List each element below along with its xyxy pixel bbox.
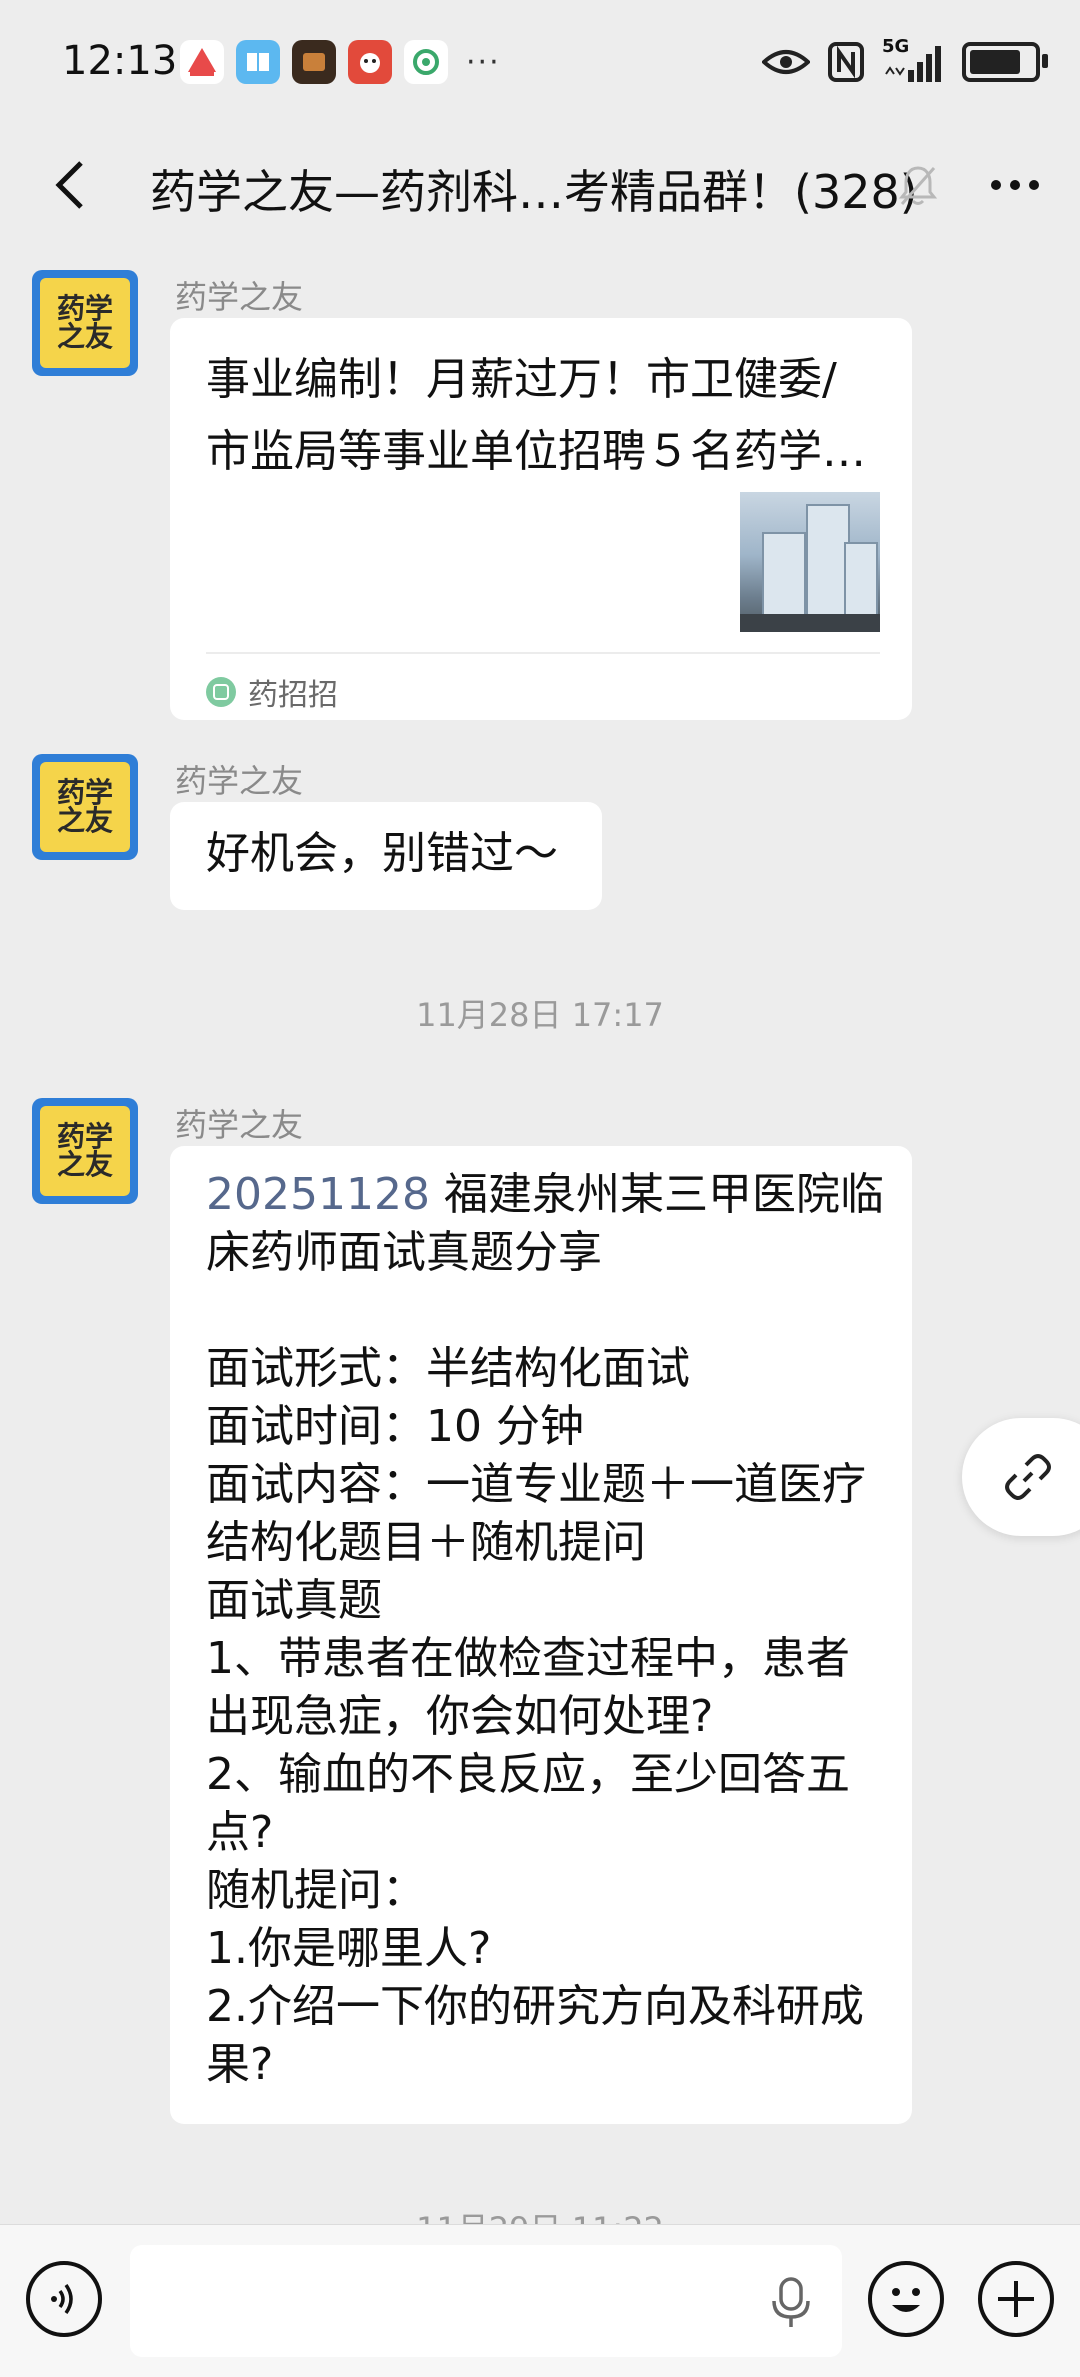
- input-bar: [0, 2224, 1080, 2377]
- sender-name: 药学之友: [175, 762, 304, 800]
- message-line: 点?: [206, 1807, 274, 1858]
- article-source: 药招招: [206, 670, 338, 714]
- sender-name: 药学之友: [175, 1106, 304, 1144]
- message-line-text: 福建泉州某三甲医院临: [429, 1169, 884, 1220]
- message-bubble[interactable]: 20251128 福建泉州某三甲医院临 床药师面试真题分享 面试形式：半结构化面…: [170, 1146, 912, 2124]
- notification-icons: ···: [180, 40, 501, 84]
- status-bar: 12:13 ··· 5G: [0, 0, 1080, 130]
- mute-icon: [890, 158, 946, 214]
- app-icon-red: [180, 40, 224, 84]
- message-line: 床药师面试真题分享: [206, 1227, 602, 1278]
- link-icon: [1005, 1454, 1051, 1500]
- message-line: 2、输血的不良反应，至少回答五: [206, 1749, 850, 1800]
- green-app-icon: [404, 40, 448, 84]
- system-status: 5G: [762, 36, 1048, 84]
- article-card[interactable]: 事业编制！月薪过万！市卫健委/ 市监局等事业单位招聘５名药学… 药招招: [170, 318, 912, 720]
- avatar-text-line2: 之友: [56, 1148, 113, 1181]
- microphone-icon[interactable]: [766, 2275, 816, 2331]
- more-notifications-icon: ···: [466, 44, 501, 80]
- voice-icon: [51, 2283, 73, 2315]
- avatar-text-line1: 药学: [56, 292, 113, 325]
- video-icon: [292, 40, 336, 84]
- message-line: 随机提问：: [206, 1865, 426, 1916]
- clock: 12:13: [62, 38, 178, 84]
- more-actions-button[interactable]: [978, 2261, 1054, 2337]
- card-divider: [206, 652, 880, 654]
- message-text: 20251128 福建泉州某三甲医院临 床药师面试真题分享 面试形式：半结构化面…: [206, 1166, 886, 2094]
- avatar[interactable]: 药学 之友: [32, 270, 138, 376]
- voice-toggle-button[interactable]: [26, 2261, 102, 2337]
- message-bubble[interactable]: 好机会，别错过～: [170, 802, 602, 910]
- sender-name: 药学之友: [175, 278, 304, 316]
- message-line: 1.你是哪里人?: [206, 1923, 492, 1974]
- back-button[interactable]: [36, 150, 106, 220]
- mascot-icon: [348, 40, 392, 84]
- avatar[interactable]: 药学 之友: [32, 1098, 138, 1204]
- timestamp: 11月28日 17:17: [416, 996, 664, 1034]
- emoji-button[interactable]: [868, 2261, 944, 2337]
- chat-header: 药学之友—药剂科…考精品群！(328): [0, 130, 1080, 240]
- message-line: 面试时间：10 分钟: [206, 1401, 584, 1452]
- reader-icon: [236, 40, 280, 84]
- message-line: [206, 1282, 886, 1340]
- message-line: 面试内容：一道专业题＋一道医疗: [206, 1459, 866, 1510]
- battery-icon: [962, 42, 1048, 82]
- chat-title: 药学之友—药剂科…考精品群！(328): [150, 165, 918, 219]
- message-line: 20251128 福建泉州某三甲医院临: [206, 1166, 886, 1224]
- message-line: 面试真题: [206, 1575, 382, 1626]
- signal-5g-icon: 5G: [882, 36, 944, 84]
- article-title-line: 事业编制！月薪过万！市卫健委/: [206, 354, 837, 405]
- message-line: 1、带患者在做检查过程中，患者: [206, 1633, 850, 1684]
- message-line: 出现急症，你会如何处理?: [206, 1691, 714, 1742]
- message-line: 面试形式：半结构化面试: [206, 1343, 690, 1394]
- avatar[interactable]: 药学 之友: [32, 754, 138, 860]
- emoji-icon: [892, 2288, 920, 2312]
- article-title: 事业编制！月薪过万！市卫健委/ 市监局等事业单位招聘５名药学…: [206, 344, 876, 488]
- floating-link-button[interactable]: [962, 1418, 1080, 1536]
- article-thumbnail: [740, 492, 880, 632]
- message-line: 2.介绍一下你的研究方向及科研成: [206, 1981, 864, 2032]
- avatar-text-line2: 之友: [56, 804, 113, 837]
- message-line: 结构化题目＋随机提问: [206, 1517, 646, 1568]
- more-horizontal-icon: [991, 180, 1039, 190]
- article-title-line: 市监局等事业单位招聘５名药学…: [206, 426, 866, 477]
- source-icon: [206, 677, 236, 707]
- avatar-text-line1: 药学: [56, 776, 113, 809]
- plus-icon: [998, 2281, 1034, 2317]
- chevron-left-icon: [55, 161, 83, 209]
- message-line: 果?: [206, 2039, 274, 2090]
- source-name: 药招招: [248, 678, 338, 713]
- eye-icon: [762, 50, 810, 74]
- message-text: 好机会，别错过～: [206, 828, 558, 879]
- more-options-button[interactable]: [980, 150, 1050, 220]
- avatar-text-line1: 药学: [56, 1120, 113, 1153]
- message-input[interactable]: [130, 2245, 842, 2357]
- nfc-icon: [828, 42, 864, 82]
- avatar-text-line2: 之友: [56, 320, 113, 353]
- date-link[interactable]: 20251128: [206, 1169, 430, 1220]
